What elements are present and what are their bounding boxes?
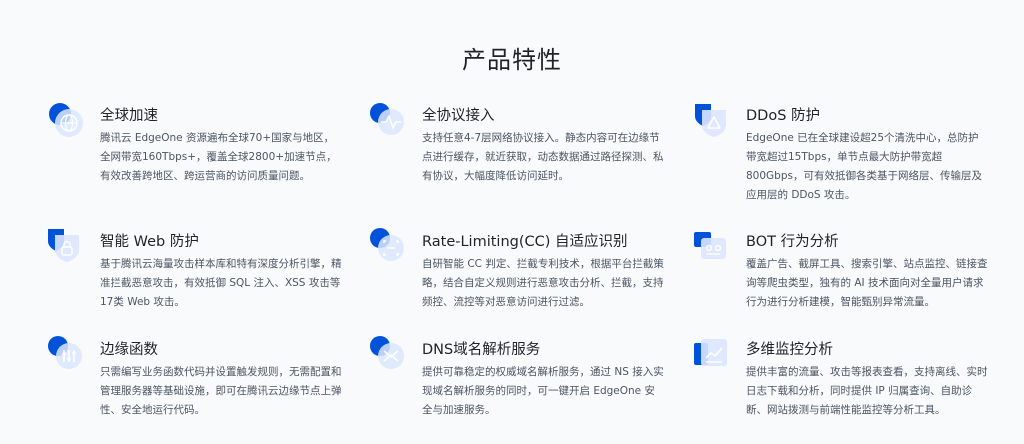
feature-description: 只需编写业务函数代码并设置触发规则，无需配置和管理服务器等基础设施，即可在腾讯云…: [100, 366, 342, 416]
feature-title: DDoS 防护: [746, 108, 821, 124]
feature-title: Rate-Limiting(CC) 自适应识别: [422, 234, 628, 250]
feature-description: 支持任意4-7层网络协议接入。静态内容可在边缘节点进行缓存，就近获取，动态数据通…: [422, 132, 664, 182]
feature-description: 覆盖广告、截屏工具、搜索引擎、站点监控、链接查询等爬虫类型，独有的 AI 技术面…: [746, 258, 988, 308]
protocol-pulse-icon: [368, 100, 408, 140]
bot-analysis-icon: [692, 226, 732, 266]
rate-limit-scan-icon: [368, 226, 408, 266]
web-lock-shield-icon: [46, 226, 86, 266]
feature-description: 提供丰富的流量、攻击等报表查看，支持离线、实时日志下载和分析，同时提供 IP 归…: [746, 366, 988, 416]
section-title: 产品特性: [462, 46, 562, 74]
product-features-section: 产品特性 全球加速 腾讯云 EdgeOne 资源遍布全球70+国家与地区，全网带…: [0, 0, 1024, 444]
monitor-chart-icon: [692, 334, 732, 374]
feature-title: DNS域名解析服务: [422, 342, 541, 358]
feature-title: 多维监控分析: [746, 342, 833, 358]
feature-description: 腾讯云 EdgeOne 资源遍布全球70+国家与地区，全网带宽160Tbps+，…: [100, 132, 337, 182]
feature-title: 智能 Web 防护: [100, 234, 199, 250]
feature-title: BOT 行为分析: [746, 234, 839, 250]
features-grid: 全球加速 腾讯云 EdgeOne 资源遍布全球70+国家与地区，全网带宽160T…: [46, 100, 996, 430]
feature-description: 基于腾讯云海量攻击样本库和特有深度分析引擎，精准拦截恶意攻击，有效抵御 SQL …: [100, 258, 342, 308]
feature-description: EdgeOne 已在全球建设超25个清洗中心，总防护带宽超过15Tbps，单节点…: [746, 132, 982, 201]
feature-description: 提供可靠稳定的权威域名解析服务，通过 NS 接入实现域名解析服务的同时，可一键开…: [422, 366, 664, 416]
ddos-shield-icon: [692, 100, 732, 140]
globe-icon: [46, 100, 86, 140]
feature-description: 自研智能 CC 判定、拦截专利技术，根据平台拦截策略，结合自定义规则进行恶意攻击…: [422, 258, 664, 308]
dns-icon: [368, 334, 408, 374]
feature-title: 边缘函数: [100, 342, 158, 358]
feature-title: 全球加速: [100, 108, 158, 124]
edge-function-icon: [46, 334, 86, 374]
feature-title: 全协议接入: [422, 108, 495, 124]
